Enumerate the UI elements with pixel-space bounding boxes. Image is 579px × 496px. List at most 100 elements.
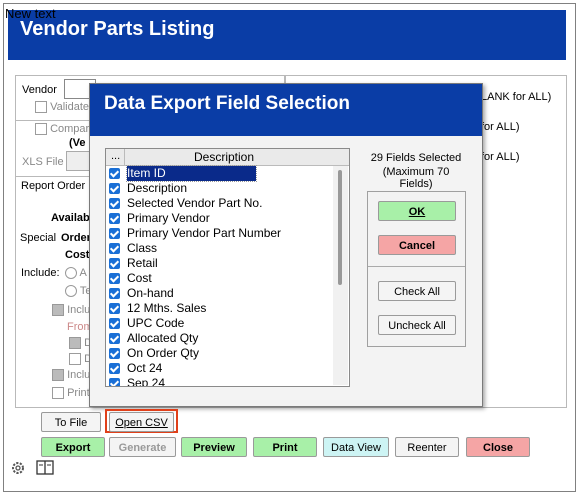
radio-a-label: A [79, 267, 87, 279]
field-row[interactable]: Sep 24 [106, 376, 331, 387]
open-csv-button[interactable]: Open CSV [109, 412, 174, 432]
field-checkbox[interactable] [109, 273, 120, 284]
column-divider [124, 149, 125, 165]
print-checkbox[interactable] [52, 387, 64, 400]
field-checkbox[interactable] [109, 363, 120, 374]
field-row[interactable]: Primary Vendor Part Number [106, 226, 331, 241]
reenter-button[interactable]: Reenter [395, 437, 459, 457]
field-checkbox[interactable] [109, 198, 120, 209]
data-view-button[interactable]: Data View [323, 437, 389, 457]
d-checkbox-2[interactable] [69, 353, 81, 366]
compare-checkbox[interactable] [35, 123, 47, 136]
right-hint-3: for ALL) [481, 151, 520, 163]
gear-icon[interactable] [9, 459, 27, 477]
field-row[interactable]: UPC Code [106, 316, 331, 331]
uncheck-all-button[interactable]: Uncheck All [378, 315, 456, 335]
cancel-label: Cancel [398, 240, 436, 252]
generate-button[interactable]: Generate [109, 437, 176, 457]
column-dots: ... [111, 150, 121, 162]
field-checkbox[interactable] [109, 288, 120, 299]
include-label-2: Inclu [67, 369, 91, 381]
include-option-2[interactable]: Inclu [52, 369, 91, 382]
uncheck-all-label: Uncheck All [388, 320, 446, 332]
field-row[interactable]: Cost [106, 271, 331, 286]
field-checkbox[interactable] [109, 258, 120, 269]
close-button[interactable]: Close [466, 437, 530, 457]
field-checkbox[interactable] [109, 183, 120, 194]
field-row[interactable]: 12 Mths. Sales [106, 301, 331, 316]
validate-option[interactable]: Validate [35, 101, 89, 114]
export-button[interactable]: Export [41, 437, 105, 457]
field-checkbox[interactable] [109, 228, 120, 239]
radio-t-option[interactable]: Te [65, 285, 91, 298]
field-row[interactable]: Oct 24 [106, 361, 331, 376]
vendor-label: Vendor [22, 84, 57, 96]
column-description: Description [194, 150, 255, 164]
field-checkbox[interactable] [109, 378, 120, 386]
field-checkbox[interactable] [109, 303, 120, 314]
box-divider [368, 266, 465, 267]
field-row[interactable]: Description [106, 181, 331, 196]
field-checkbox[interactable] [109, 168, 120, 179]
available-label: Availab [51, 212, 90, 224]
include-label-1: Inclu [67, 304, 91, 316]
field-label: Retail [127, 256, 158, 270]
radio-a[interactable] [65, 267, 77, 280]
window-title: Vendor Parts Listing [20, 18, 215, 40]
right-hint-2: for ALL) [481, 121, 520, 133]
field-label: Description [127, 181, 188, 195]
check-all-button[interactable]: Check All [378, 281, 456, 301]
field-label: Primary Vendor Part Number [127, 226, 282, 240]
print-button[interactable]: Print [253, 437, 317, 457]
check-all-label: Check All [394, 286, 440, 298]
include-option-1[interactable]: Inclu [52, 304, 91, 317]
field-row[interactable]: Item ID [106, 165, 331, 182]
field-list-header: ... Description [106, 149, 349, 166]
generate-label: Generate [118, 442, 167, 454]
field-label: Cost [127, 271, 152, 285]
to-file-button[interactable]: To File [41, 412, 101, 432]
field-row[interactable]: On-hand [106, 286, 331, 301]
cancel-button[interactable]: Cancel [378, 235, 456, 255]
field-row[interactable]: Class [106, 241, 331, 256]
field-row[interactable]: Allocated Qty [106, 331, 331, 346]
list-scrollbar[interactable] [333, 166, 348, 385]
field-label: 12 Mths. Sales [127, 301, 207, 315]
title-bar: Vendor Parts Listing [8, 10, 566, 60]
dialog-title-bar: Data Export Field Selection [90, 84, 482, 136]
radio-a-option[interactable]: A [65, 267, 87, 280]
print-button-label: Print [272, 442, 298, 454]
field-selection-dialog: Data Export Field Selection ... Descript… [89, 83, 483, 407]
fields-selected-count: 29 Fields Selected [370, 152, 462, 164]
d-checkbox-1[interactable] [69, 337, 81, 350]
data-view-label: Data View [331, 442, 381, 454]
cost-label: Cost [65, 249, 90, 261]
scrollbar-thumb[interactable] [338, 170, 342, 285]
ok-button[interactable]: OK [378, 201, 456, 221]
field-checkbox[interactable] [109, 348, 120, 359]
field-row[interactable]: Primary Vendor [106, 211, 331, 226]
field-label: Sep 24 [127, 376, 166, 387]
field-checkbox[interactable] [109, 213, 120, 224]
book-icon[interactable] [36, 459, 54, 477]
field-checkbox[interactable] [109, 333, 120, 344]
field-checkbox[interactable] [109, 318, 120, 329]
field-row[interactable]: Retail [106, 256, 331, 271]
field-label: On Order Qty [127, 346, 200, 360]
validate-checkbox[interactable] [35, 101, 47, 114]
field-row[interactable]: Selected Vendor Part No. [106, 196, 331, 211]
include-checkbox-1[interactable] [52, 304, 64, 317]
field-list[interactable]: ... Description Item ID Description Select… [105, 148, 350, 387]
right-hint-1: LANK for ALL) [481, 91, 552, 103]
field-checkbox[interactable] [109, 243, 120, 254]
preview-button[interactable]: Preview [181, 437, 247, 457]
include-checkbox-2[interactable] [52, 369, 64, 382]
compare-option[interactable]: Compar [35, 123, 89, 136]
to-file-label: To File [54, 417, 88, 429]
radio-t[interactable] [65, 285, 77, 298]
ver-label: (Ve [69, 137, 86, 149]
field-row[interactable]: On Order Qty [106, 346, 331, 361]
xls-file-label: XLS File [22, 156, 64, 168]
print-option[interactable]: Print [52, 387, 90, 400]
dialog-title: Data Export Field Selection [104, 93, 350, 114]
